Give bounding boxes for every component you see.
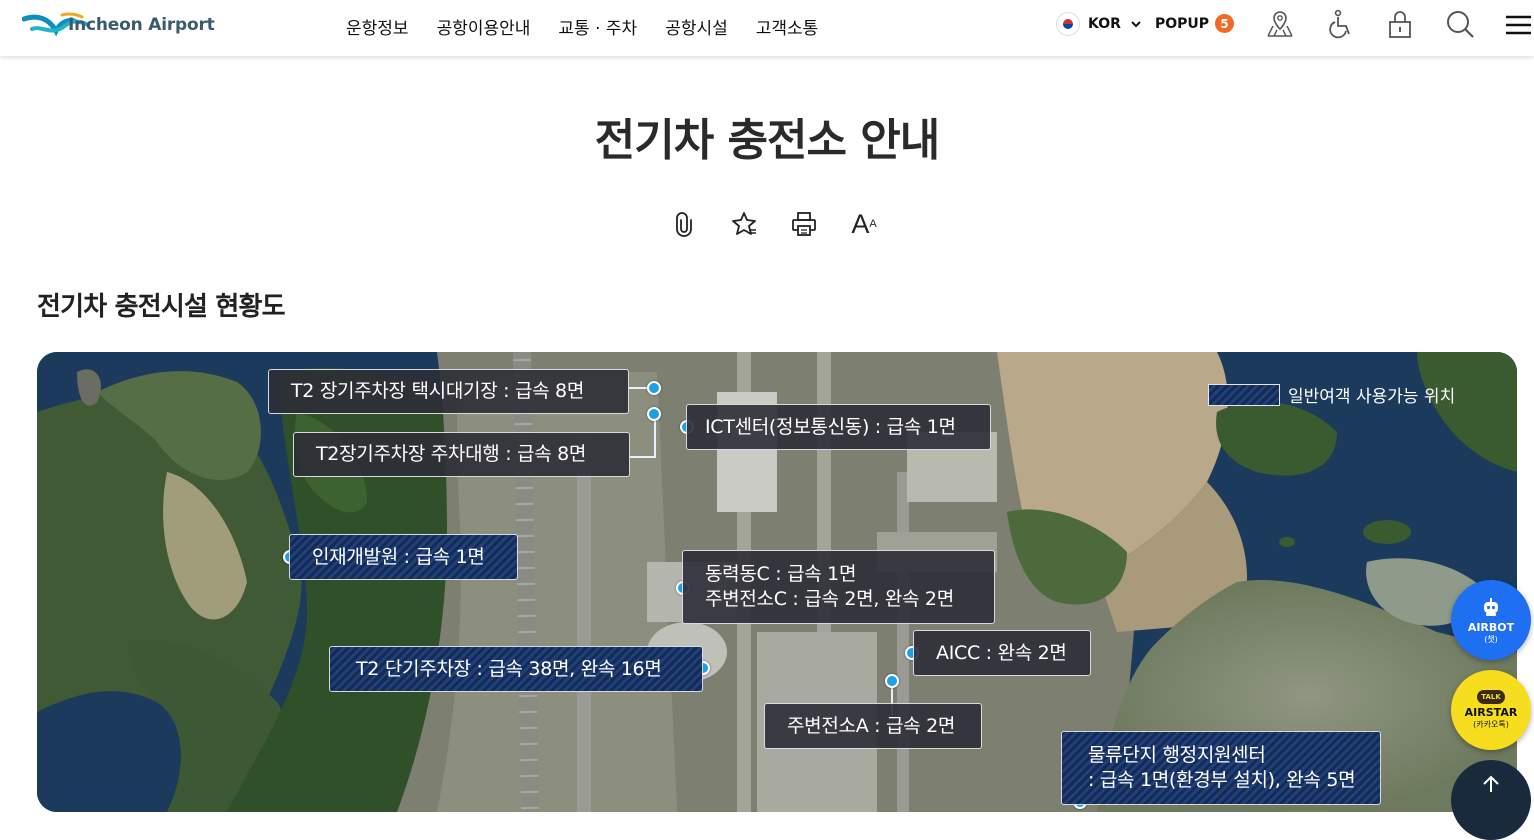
label-text: 인재개발원 : 급속 1면 (312, 545, 485, 568)
label-power-c[interactable]: 동력동C : 급속 1면 주변전소C : 급속 2면, 완속 2면 (682, 550, 995, 624)
scroll-to-top-button[interactable] (1451, 760, 1531, 840)
hamburger-menu-icon[interactable] (1503, 10, 1533, 40)
label-text: T2 장기주차장 택시대기장 : 급속 8면 (291, 380, 585, 403)
nav-item-transport-parking[interactable]: 교통 · 주차 (558, 14, 637, 39)
robot-icon (1484, 598, 1498, 616)
label-text: T2장기주차장 주차대행 : 급속 8면 (316, 443, 587, 466)
header-utility-icons (1262, 6, 1478, 42)
korea-flag-icon (1056, 12, 1080, 36)
nav-item-facilities[interactable]: 공항시설 (665, 14, 728, 39)
label-text-line2: : 급속 1면(환경부 설치), 완속 5면 (1088, 769, 1356, 791)
print-icon[interactable] (790, 206, 818, 242)
popup-button[interactable]: POPUP 5 (1155, 14, 1235, 33)
clip-icon[interactable] (670, 206, 698, 242)
chevron-down-icon (1131, 21, 1141, 28)
map-legend: 일반여객 사용가능 위치 (1208, 382, 1455, 407)
favorite-star-icon[interactable] (730, 206, 758, 242)
wheelchair-icon[interactable] (1322, 6, 1358, 42)
label-logistics-center[interactable]: 물류단지 행정지원센터 : 급속 1면(환경부 설치), 완속 5면 (1061, 731, 1381, 805)
font-size-small-letter: A (869, 218, 877, 230)
airstar-kakaotalk-button[interactable]: TALK AIRSTAR (카카오톡) (1451, 670, 1531, 750)
search-icon[interactable] (1442, 6, 1478, 42)
font-size-big-letter: A (851, 208, 870, 239)
label-ict-center[interactable]: ICT센터(정보통신동) : 급속 1면 (686, 404, 991, 450)
popup-count-badge: 5 (1215, 14, 1235, 33)
label-text: 주변전소A : 급속 2면 (787, 714, 956, 737)
label-t2-long-valet[interactable]: T2장기주차장 주차대행 : 급속 8면 (293, 432, 630, 477)
main-nav: 운항정보 공항이용안내 교통 · 주차 공항시설 고객소통 (346, 14, 818, 39)
airstar-label: AIRSTAR (1464, 706, 1518, 719)
nav-item-airport-guide[interactable]: 공항이용안내 (437, 14, 531, 39)
map-marker[interactable] (647, 407, 661, 421)
font-size-icon[interactable]: AA (850, 206, 878, 242)
airbot-sublabel: (챗) (1484, 635, 1498, 644)
map-pin-icon[interactable] (1262, 6, 1298, 42)
logo-text[interactable]: Incheon Airport (68, 15, 215, 35)
language-selector[interactable]: KOR (1056, 12, 1143, 36)
label-t2-long-taxi[interactable]: T2 장기주차장 택시대기장 : 급속 8면 (268, 369, 629, 414)
nav-item-flight-info[interactable]: 운항정보 (346, 14, 409, 39)
label-text: T2 단기주차장 : 급속 38면, 완속 16면 (356, 657, 662, 680)
label-text: ICT센터(정보통신동) : 급속 1면 (705, 415, 956, 438)
label-aicc[interactable]: AICC : 완속 2면 (913, 630, 1091, 676)
label-text-line1: 동력동C : 급속 1면 (705, 563, 857, 586)
page-title: 전기차 충전소 안내 (594, 115, 940, 166)
arrow-up-icon (1483, 775, 1499, 792)
airbot-chat-button[interactable]: AIRBOT (챗) (1451, 580, 1531, 660)
map-marker[interactable] (885, 674, 899, 688)
label-hr-institute[interactable]: 인재개발원 : 급속 1면 (289, 534, 518, 580)
label-t2-short[interactable]: T2 단기주차장 : 급속 38면, 완속 16면 (329, 646, 703, 692)
ev-charging-map: 일반여객 사용가능 위치 T2 장기주차장 택시대기장 : 급속 8면 T2장기… (37, 352, 1517, 812)
lock-icon[interactable] (1382, 6, 1418, 42)
nav-item-customer[interactable]: 고객소통 (756, 14, 819, 39)
section-title: 전기차 충전시설 현황도 (37, 292, 286, 322)
label-text-line2: 주변전소C : 급속 2면, 완속 2면 (705, 588, 954, 610)
talk-bubble-icon: TALK (1477, 690, 1505, 704)
site-header: Incheon Airport 운항정보 공항이용안내 교통 · 주차 공항시설… (0, 0, 1534, 56)
legend-swatch (1208, 383, 1280, 406)
connector-line (628, 456, 656, 458)
airstar-sublabel: (카카오톡) (1473, 720, 1509, 729)
popup-label: POPUP (1155, 15, 1210, 32)
label-substation-a[interactable]: 주변전소A : 급속 2면 (764, 703, 982, 749)
legend-label: 일반여객 사용가능 위치 (1288, 387, 1456, 407)
page-tools: AA (670, 206, 878, 242)
label-text: AICC : 완속 2면 (936, 641, 1067, 664)
language-label: KOR (1088, 16, 1121, 32)
map-marker[interactable] (647, 381, 661, 395)
airbot-label: AIRBOT (1467, 621, 1515, 634)
label-text-line1: 물류단지 행정지원센터 (1088, 744, 1266, 767)
